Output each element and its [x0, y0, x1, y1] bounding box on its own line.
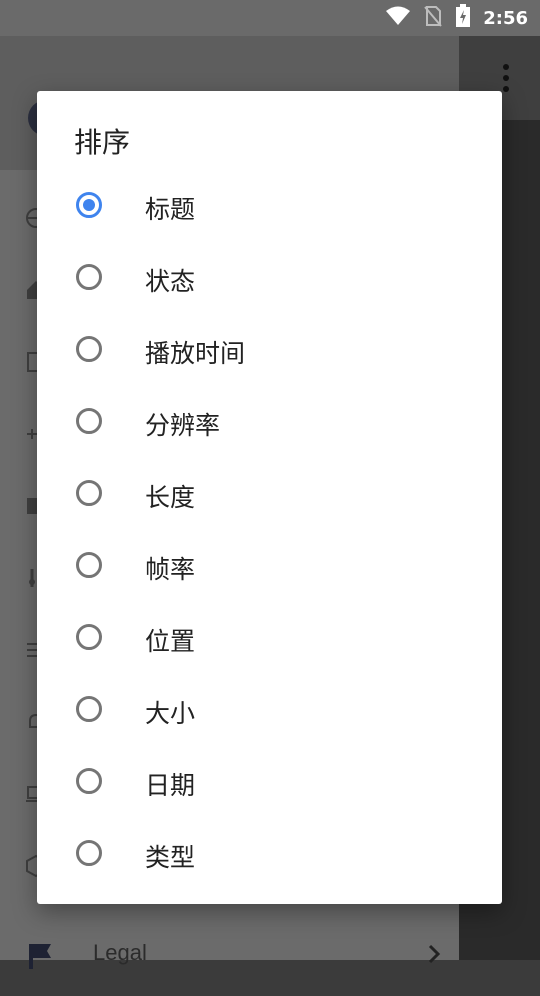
sort-option[interactable]: 分辨率	[37, 388, 502, 460]
flag-icon	[29, 944, 51, 969]
sort-option[interactable]: 长度	[37, 460, 502, 532]
radio-unchecked-icon[interactable]	[76, 480, 102, 506]
chevron-right-icon	[428, 944, 441, 964]
more-options-icon[interactable]	[502, 64, 510, 92]
drawer-item-label: Legal	[93, 940, 147, 965]
sort-option[interactable]: 帧率	[37, 532, 502, 604]
status-time: 2:56	[483, 7, 528, 29]
radio-unchecked-icon[interactable]	[76, 768, 102, 794]
status-bar: 2:56	[0, 0, 540, 36]
sort-option[interactable]: 大小	[37, 676, 502, 748]
dialog-title: 排序	[74, 126, 131, 159]
sort-option-label: 标题	[145, 195, 196, 224]
no-sim-icon	[423, 5, 443, 31]
sort-option[interactable]: 状态	[37, 244, 502, 316]
sort-option-label: 分辨率	[145, 411, 221, 440]
sort-option-label: 位置	[145, 627, 196, 656]
sort-option-label: 类型	[145, 843, 196, 872]
status-icons: 2:56	[385, 4, 528, 32]
sort-option[interactable]: 标题	[37, 172, 502, 244]
radio-unchecked-icon[interactable]	[76, 840, 102, 866]
radio-checked-icon[interactable]	[76, 192, 102, 218]
sort-option-label: 长度	[145, 483, 196, 512]
radio-unchecked-icon[interactable]	[76, 624, 102, 650]
sort-option-label: 帧率	[145, 555, 196, 584]
sort-option-label: 大小	[145, 699, 196, 728]
sort-dialog: 排序 标题状态播放时间分辨率长度帧率位置大小日期类型	[37, 91, 502, 904]
radio-unchecked-icon[interactable]	[76, 336, 102, 362]
sort-option-label: 日期	[145, 771, 196, 800]
wifi-icon	[385, 6, 411, 30]
sort-option[interactable]: 日期	[37, 748, 502, 820]
sort-option[interactable]: 播放时间	[37, 316, 502, 388]
radio-unchecked-icon[interactable]	[76, 408, 102, 434]
sort-options-list: 标题状态播放时间分辨率长度帧率位置大小日期类型	[37, 172, 502, 892]
sort-option-label: 播放时间	[145, 339, 246, 368]
radio-unchecked-icon[interactable]	[76, 696, 102, 722]
battery-charging-icon	[455, 4, 471, 32]
radio-unchecked-icon[interactable]	[76, 264, 102, 290]
sort-option[interactable]: 类型	[37, 820, 502, 892]
sort-option-label: 状态	[145, 267, 196, 296]
sort-option[interactable]: 位置	[37, 604, 502, 676]
drawer-item-legal[interactable]: Legal	[0, 912, 459, 996]
radio-unchecked-icon[interactable]	[76, 552, 102, 578]
